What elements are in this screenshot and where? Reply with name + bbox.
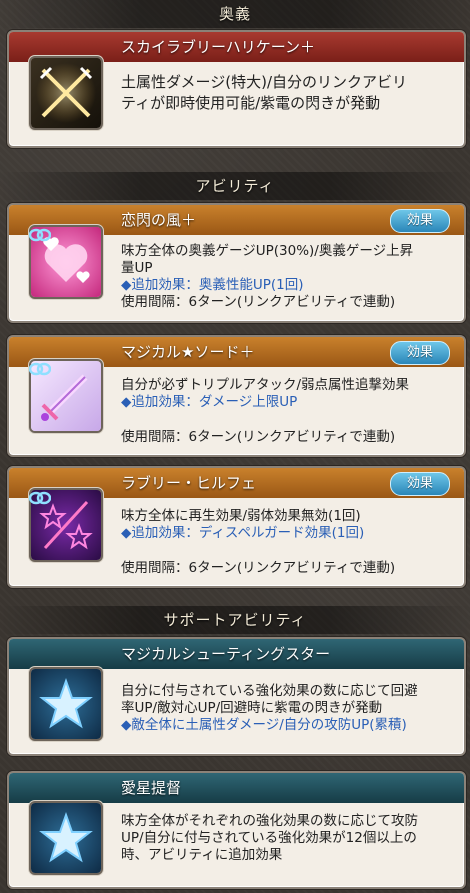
ability-description-2: 自分が必ずトリプルアタック/弱点属性追撃効果 ◆追加効果：ダメージ上限UP (121, 377, 410, 410)
ougi-card[interactable]: スカイラブリーハリケーン＋ 土属性ダメージ(特大)/自分のリンクアビリ ティが即… (7, 30, 466, 148)
effect-button-1[interactable]: 効果 (390, 209, 450, 233)
chain-link-icon (28, 361, 52, 376)
blue-star-icon (31, 669, 101, 739)
ability-card-1[interactable]: 恋閃の風＋ 効果 味方全体の奥義ゲージUP(30%)/奥義ゲージ上昇 量UP ◆… (7, 203, 466, 323)
section-title-support: サポートアビリティ (0, 606, 470, 634)
crossed-swords-icon (31, 58, 101, 128)
chain-link-icon (28, 227, 52, 242)
ability-card-3[interactable]: ラブリー・ヒルフェ 効果 味方全体に再生効果/弱体効果無効(1回) ◆追加効果：… (7, 466, 466, 588)
support-name-1: マジカルシューティングスター (9, 639, 464, 669)
ougi-description: 土属性ダメージ(特大)/自分のリンクアビリ ティが即時使用可能/紫電の閃きが発動 (121, 73, 408, 112)
section-title-ability: アビリティ (0, 172, 470, 200)
section-title-ougi: 奥義 (0, 0, 470, 28)
blue-star-icon (31, 803, 101, 873)
ability-card-2[interactable]: マジカル★ソード＋ 効果 自分が必ずトリプルアタック/弱点属性追撃効果 ◆追加効… (7, 335, 466, 457)
support-card-1[interactable]: マジカルシューティングスター 自分に付与されている強化効果の数に応じて回避 率U… (7, 637, 466, 756)
ability-interval-3: 使用間隔：6ターン(リンクアビリティで連動) (121, 560, 396, 576)
support-description-2: 味方全体がそれぞれの強化効果の数に応じて攻防 UP/自分に付与されている強化効果… (121, 813, 418, 863)
support-description-1: 自分に付与されている強化効果の数に応じて回避 率UP/敵対心UP/回避時に紫電の… (121, 683, 418, 733)
effect-button-3[interactable]: 効果 (390, 472, 450, 496)
support-card-2[interactable]: 愛星提督 味方全体がそれぞれの強化効果の数に応じて攻防 UP/自分に付与されてい… (7, 771, 466, 889)
effect-button-2[interactable]: 効果 (390, 341, 450, 365)
chain-link-icon (28, 490, 52, 505)
support-name-2: 愛星提督 (9, 773, 464, 803)
ability-description-3: 味方全体に再生効果/弱体効果無効(1回) ◆追加効果：ディスペルガード効果(1回… (121, 508, 365, 541)
ability-interval-2: 使用間隔：6ターン(リンクアビリティで連動) (121, 429, 396, 445)
ability-description-1: 味方全体の奥義ゲージUP(30%)/奥義ゲージ上昇 量UP ◆追加効果：奥義性能… (121, 243, 414, 310)
